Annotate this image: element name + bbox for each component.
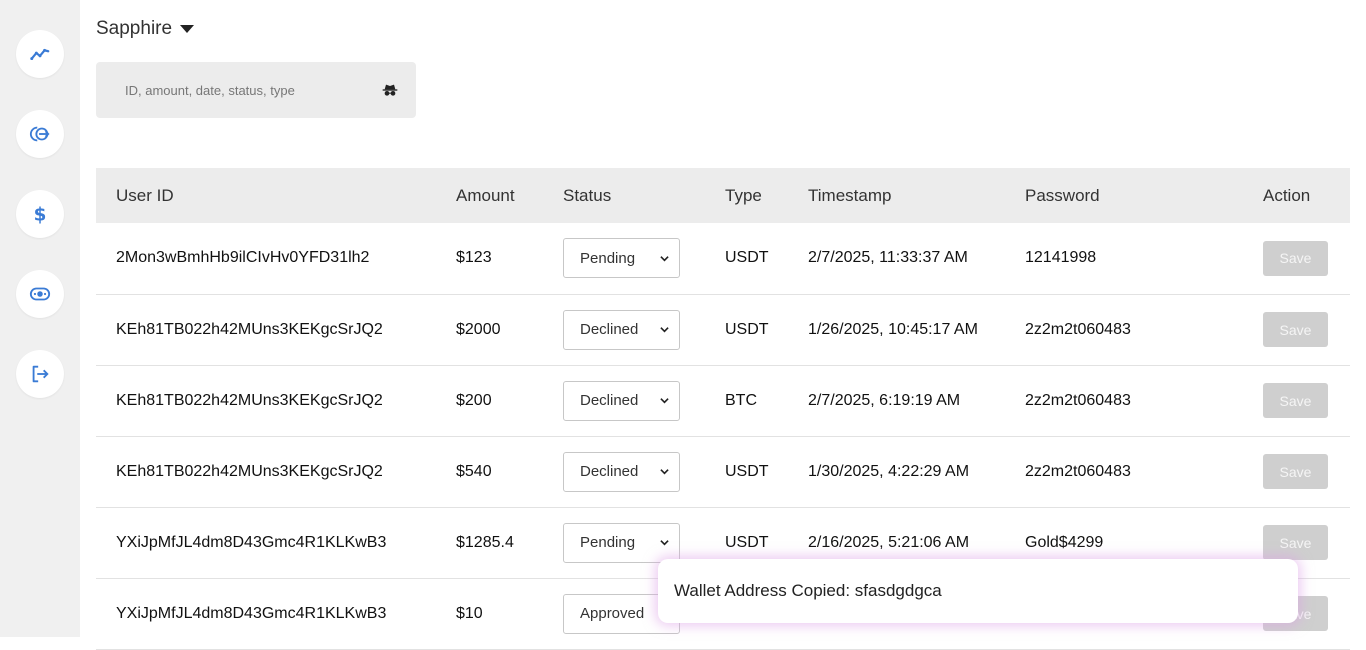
cell-user-id: YXiJpMfJL4dm8D43Gmc4R1KLKwB3	[116, 533, 387, 551]
col-user-id: User ID	[116, 185, 174, 205]
cell-amount: $200	[456, 391, 492, 409]
cell-user-id: KEh81TB022h42MUns3KEKgcSrJQ2	[116, 391, 383, 409]
cell-type: USDT	[725, 462, 769, 480]
col-type: Type	[725, 185, 762, 205]
status-select-value: Pending	[580, 249, 636, 267]
save-button[interactable]: Save	[1263, 312, 1328, 347]
toast-message: Wallet Address Copied: sfasdgdgca	[674, 581, 942, 600]
cell-status: Declined	[543, 436, 705, 507]
table-header-row: User ID Amount Status Type Timestamp Pas…	[96, 168, 1350, 223]
cell-user-id: YXiJpMfJL4dm8D43Gmc4R1KLKwB3	[116, 604, 387, 622]
cell-timestamp: 2/7/2025, 11:33:37 AM	[808, 249, 968, 267]
table-row: KEh81TB022h42MUns3KEKgcSrJQ2 $540 Declin…	[96, 436, 1350, 507]
cell-amount: $1285.4	[456, 533, 514, 551]
cell-password: 12141998	[1025, 249, 1097, 267]
chevron-down-icon	[660, 398, 669, 404]
svg-text:$: $	[34, 204, 47, 225]
col-action: Action	[1263, 185, 1311, 205]
cell-status: Declined	[543, 365, 705, 436]
col-timestamp: Timestamp	[808, 185, 892, 205]
site-dropdown-label: Sapphire	[96, 18, 173, 39]
table-row: KEh81TB022h42MUns3KEKgcSrJQ2 $200 Declin…	[96, 365, 1350, 436]
cell-password: 2z2m2t060483	[1025, 391, 1131, 409]
cell-action: Save	[1243, 294, 1350, 365]
status-select[interactable]: Pending	[563, 522, 680, 563]
chevron-down-icon	[660, 327, 669, 333]
sidebar-item-analytics[interactable]	[16, 30, 64, 78]
save-button[interactable]: Save	[1263, 525, 1328, 560]
status-select-value: Approved	[580, 605, 645, 622]
save-button[interactable]: Save	[1263, 240, 1328, 276]
col-password: Password	[1025, 185, 1100, 205]
logout-icon	[32, 365, 49, 383]
status-select-value: Declined	[580, 463, 639, 480]
chevron-down-icon	[660, 540, 669, 546]
cell-timestamp: 1/26/2025, 10:45:17 AM	[808, 320, 978, 338]
caret-down-icon	[180, 25, 195, 33]
sidebar-item-transfers[interactable]	[16, 110, 64, 158]
cell-amount: $540	[456, 462, 492, 480]
col-amount: Amount	[456, 185, 515, 205]
cell-type: USDT	[725, 320, 769, 338]
money-icon	[29, 287, 51, 301]
save-button[interactable]: Save	[1263, 454, 1328, 489]
search-box	[96, 62, 416, 118]
col-status: Status	[563, 185, 612, 205]
chevron-down-icon	[660, 255, 669, 262]
main-content: Sapphire User ID Amount Status Type Time…	[96, 0, 1350, 649]
sidebar-item-logout[interactable]	[16, 350, 64, 398]
toast-notification: Wallet Address Copied: sfasdgdgca	[658, 559, 1298, 623]
cell-timestamp: 1/30/2025, 4:22:29 AM	[808, 462, 970, 480]
status-select[interactable]: Declined	[563, 309, 680, 350]
table-row: KEh81TB022h42MUns3KEKgcSrJQ2 $2000 Decli…	[96, 294, 1350, 365]
status-select[interactable]: Declined	[563, 380, 680, 421]
cell-action: Save	[1243, 223, 1350, 294]
cell-action: Save	[1243, 365, 1350, 436]
site-dropdown[interactable]: Sapphire	[96, 18, 195, 40]
status-select[interactable]: Pending	[563, 238, 680, 279]
sidebar: $	[0, 0, 80, 637]
cell-amount: $123	[456, 249, 492, 267]
status-select-value: Declined	[580, 392, 639, 409]
cell-user-id: 2Mon3wBmhHb9ilCIvHv0YFD31lh2	[116, 249, 370, 267]
status-select[interactable]: Declined	[563, 451, 680, 492]
table-row: 2Mon3wBmhHb9ilCIvHv0YFD31lh2 $123 Pendin…	[96, 223, 1350, 294]
cell-timestamp: 2/7/2025, 6:19:19 AM	[808, 391, 961, 409]
cell-user-id: KEh81TB022h42MUns3KEKgcSrJQ2	[116, 320, 383, 338]
search-input[interactable]	[125, 82, 382, 98]
status-select-value: Pending	[580, 534, 636, 551]
save-button[interactable]: Save	[1263, 383, 1328, 418]
cell-amount: $2000	[456, 320, 501, 338]
chart-line-icon	[30, 48, 50, 61]
cell-user-id: KEh81TB022h42MUns3KEKgcSrJQ2	[116, 462, 383, 480]
dollar-icon: $	[34, 204, 47, 225]
cell-type: USDT	[725, 249, 769, 267]
cell-amount: $10	[456, 604, 483, 622]
chevron-down-icon	[660, 469, 669, 475]
cell-password: 2z2m2t060483	[1025, 320, 1131, 338]
incognito-icon	[382, 84, 398, 96]
cell-status: Declined	[543, 294, 705, 365]
sidebar-item-transactions[interactable]: $	[16, 190, 64, 238]
cell-password: 2z2m2t060483	[1025, 462, 1131, 480]
sidebar-item-payments[interactable]	[16, 270, 64, 318]
status-select-value: Declined	[580, 321, 639, 338]
cell-status: Pending	[543, 223, 705, 294]
cell-type: BTC	[725, 391, 757, 409]
cell-action: Save	[1243, 436, 1350, 507]
transfer-icon	[29, 126, 50, 142]
